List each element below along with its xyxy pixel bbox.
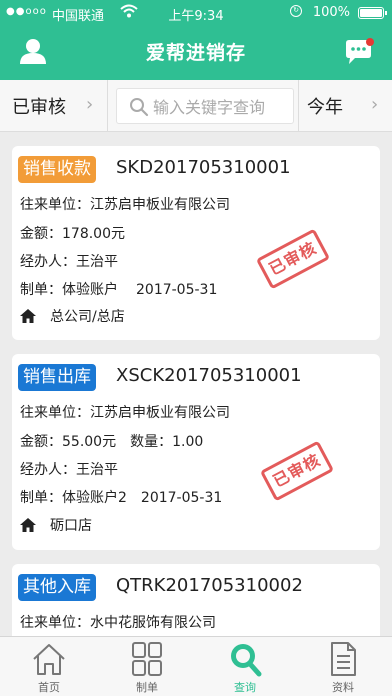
partner-line: 往来单位：江苏启申板业有限公司 [20,405,230,421]
handler-name: 王治平 [76,254,118,270]
store-name: 总公司/总店 [50,309,125,325]
tab-create[interactable]: 制单 [98,637,196,696]
status-filter[interactable]: 已审核 › [0,80,108,132]
partner-name: 水中花服饰有限公司 [90,615,216,631]
tab-label: 资料 [332,681,354,694]
quantity-value: 1.00 [172,434,204,450]
search-input[interactable] [153,95,289,119]
document-card[interactable]: 销售收款 SKD201705310001 往来单位：江苏启申板业有限公司 金额：… [12,146,380,340]
tab-label: 查询 [234,681,256,694]
filter-bar: 已审核 › 今年 › [0,80,392,132]
doc-type-badge: 销售收款 [18,156,96,183]
maker-name: 体验账户 [62,282,118,298]
doc-date: 2017-05-31 [140,490,223,506]
amount-line: 金额：55.00元 数量：1.00 [20,434,204,450]
search-box[interactable] [116,88,294,124]
maker-line: 制单：体验账户 2017-05-31 [20,282,218,298]
doc-type-badge: 其他入库 [18,574,96,601]
home-icon [20,309,36,323]
home-icon [33,644,65,675]
chevron-right-icon: › [371,94,379,115]
store-line: 砺口店 [20,515,92,535]
status-filter-label: 已审核 [12,97,66,118]
partner-line: 往来单位：江苏启申板业有限公司 [20,197,230,213]
page-title: 爱帮进销存 [145,42,246,64]
grid-icon [132,642,162,676]
status-bar: ●●ooo 中国联通 上午9:34 ↻ 100% [0,0,392,26]
chevron-right-icon: › [86,94,94,115]
tab-label: 制单 [136,681,158,694]
handler-name: 王治平 [76,462,118,478]
approved-stamp: 已审核 [255,228,331,290]
document-card[interactable]: 销售出库 XSCK201705310001 往来单位：江苏启申板业有限公司 金额… [12,354,380,550]
app-header: ●●ooo 中国联通 上午9:34 ↻ 100% 爱帮进销存 [0,0,392,80]
battery-icon [358,7,387,19]
search-icon [231,644,262,677]
store-line: 总公司/总店 [20,306,125,326]
amount-value: 178.00元 [62,226,125,242]
store-name: 砺口店 [50,518,92,534]
doc-date: 2017-05-31 [136,282,218,298]
handler-line: 经办人：王治平 [20,254,118,270]
tab-query[interactable]: 查询 [196,637,294,696]
partner-name: 江苏启申板业有限公司 [90,197,230,213]
period-filter[interactable]: 今年 › [298,80,392,132]
amount-value: 55.00元 [62,434,117,450]
doc-number: XSCK201705310001 [116,365,302,386]
maker-name: 体验账户2 [62,490,127,506]
search-icon [130,98,149,117]
tab-home[interactable]: 首页 [0,637,98,696]
tab-bar: 首页 制单 查询 资料 [0,636,392,696]
tab-data[interactable]: 资料 [294,637,392,696]
partner-line: 往来单位：水中花服饰有限公司 [20,615,216,631]
home-icon [20,518,36,532]
document-icon [331,642,356,676]
amount-line: 金额：178.00元 [20,226,125,242]
approved-stamp: 已审核 [259,440,335,502]
handler-line: 经办人：王治平 [20,462,118,478]
message-icon[interactable] [344,38,374,66]
doc-number: QTRK201705310002 [116,575,303,596]
rotation-lock-icon: ↻ [290,5,302,17]
battery-percent: 100% [312,5,350,20]
period-filter-label: 今年 [307,97,343,118]
maker-line: 制单：体验账户2 2017-05-31 [20,490,223,506]
notification-dot [366,38,374,46]
tab-label: 首页 [38,681,60,694]
doc-number: SKD201705310001 [116,157,291,178]
partner-name: 江苏启申板业有限公司 [90,405,230,421]
doc-type-badge: 销售出库 [18,364,96,391]
